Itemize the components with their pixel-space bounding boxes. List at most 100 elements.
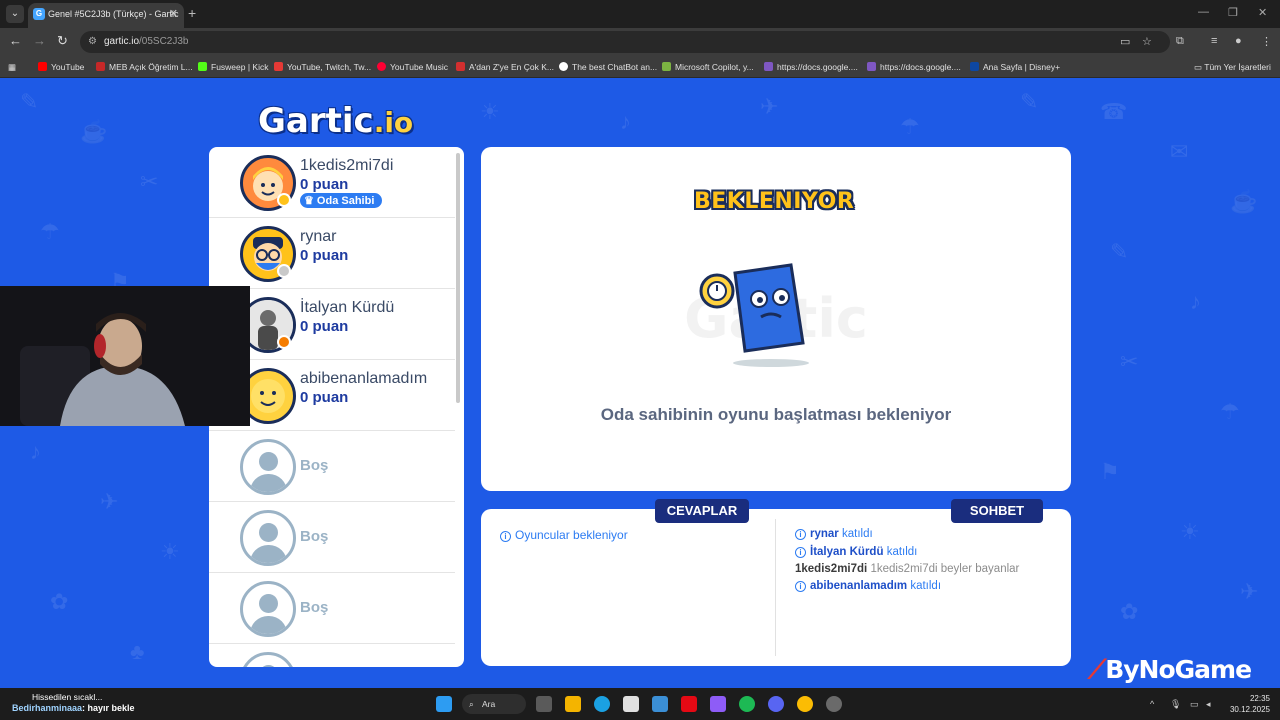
player-row[interactable]: 1kedis2mi7di 0 puan ♛ Oda Sahibi	[209, 147, 455, 218]
player-name: 1kedis2mi7di	[300, 157, 394, 174]
chat-message: 1kedis2mi7di 1kedis2mi7di beyler bayanla…	[795, 563, 1020, 575]
bookmark-copilot[interactable]: Microsoft Copilot, y...	[662, 60, 754, 74]
panel-divider	[775, 519, 776, 656]
empty-slot-label: Boş	[300, 599, 329, 616]
volume-icon[interactable]: ◂	[1206, 699, 1211, 710]
minimize-icon[interactable]: —	[1198, 6, 1209, 18]
photos-icon[interactable]	[652, 696, 668, 712]
empty-player-slot: Boş	[209, 431, 455, 502]
bookmark-chatbot[interactable]: The best ChatBot an...	[559, 60, 657, 74]
bynogame-watermark: ⟋ByNoGame	[1088, 655, 1252, 685]
tab-search-button[interactable]: ⌄	[6, 5, 24, 23]
browser-tab-active[interactable]: G Genel #5C2J3b (Türkçe) - Gartic ✕	[28, 3, 184, 28]
chat-tab[interactable]: SOHBET	[951, 499, 1043, 523]
copilot-icon[interactable]	[710, 696, 726, 712]
empty-avatar-icon	[240, 581, 296, 637]
tab-title: Genel #5C2J3b (Türkçe) - Gartic	[48, 9, 179, 19]
chat-message: i abibenanlamadım katıldı	[795, 580, 941, 592]
url-path: /05SC2J3b	[139, 36, 189, 47]
bookmark-youtube[interactable]: YouTube	[38, 60, 84, 74]
bookmark-google-docs-2[interactable]: https://docs.google....	[867, 60, 961, 74]
empty-slot-label: Boş	[300, 457, 329, 474]
address-bar[interactable]: ⚙ gartic.io/05SC2J3b	[80, 31, 1170, 53]
player-name: İtalyan Kürdü	[300, 299, 395, 316]
bookmark-disney[interactable]: Ana Sayfa | Disney+	[970, 60, 1060, 74]
site-info-icon[interactable]: ⚙	[88, 31, 97, 53]
answers-chat-panel: CEVAPLAR SOHBET i Oyuncular bekleniyor ir…	[481, 499, 1071, 666]
tab-close-icon[interactable]: ✕	[169, 3, 178, 25]
all-bookmarks-folder[interactable]: ▭ Tüm Yer İşaretleri	[1194, 60, 1271, 74]
back-arrow-icon[interactable]: ←	[9, 34, 22, 48]
player-status-dot	[277, 193, 291, 207]
chat-message: i rynar katıldı	[795, 528, 873, 540]
player-score: 0 puan	[300, 318, 349, 335]
file-explorer-icon[interactable]	[565, 696, 581, 712]
extensions-icon[interactable]: ⧉	[1176, 35, 1184, 48]
empty-avatar-icon	[240, 652, 296, 667]
task-view-icon[interactable]	[536, 696, 552, 712]
new-tab-button[interactable]: +	[188, 6, 196, 20]
start-menu-icon[interactable]	[436, 696, 452, 712]
waiting-mascot-icon: Gartic	[641, 259, 911, 379]
empty-player-slot: Boş	[209, 502, 455, 573]
stream-chat-notification: Hissedilen sıcakl... Bedirhanminaaa: hay…	[4, 692, 135, 714]
player-row[interactable]: rynar 0 puan	[209, 218, 455, 289]
edge-icon[interactable]	[594, 696, 610, 712]
bookmark-youtube-music[interactable]: YouTube Music	[377, 60, 448, 74]
bookmark-adan-zye[interactable]: A'dan Z'ye En Çok K...	[456, 60, 554, 74]
url-host: gartic.io	[104, 36, 140, 47]
microphone-icon[interactable]: 🎙	[1170, 699, 1181, 710]
profile-avatar-icon[interactable]: ●	[1235, 35, 1242, 47]
discord-icon[interactable]	[768, 696, 784, 712]
player-name: abibenanlamadım	[300, 370, 428, 387]
bookmark-meb[interactable]: MEB Açık Öğretim L...	[96, 60, 193, 74]
gartic-logo[interactable]: Gartic.io	[258, 101, 413, 141]
chrome-icon[interactable]	[797, 696, 813, 712]
crown-icon: ♛	[304, 195, 317, 207]
player-status-dot	[277, 335, 291, 349]
room-owner-badge: ♛ Oda Sahibi	[300, 193, 383, 208]
empty-avatar-icon	[240, 439, 296, 495]
bynogame-logo-icon: ⟋	[1088, 655, 1106, 685]
network-icon[interactable]: ▭	[1190, 699, 1199, 710]
media-icon[interactable]: ≡	[1211, 35, 1217, 47]
forward-arrow-icon[interactable]: →	[33, 34, 46, 48]
empty-avatar-icon	[240, 510, 296, 566]
player-score: 0 puan	[300, 176, 349, 193]
player-status-dot	[277, 264, 291, 278]
netflix-icon[interactable]	[681, 696, 697, 712]
empty-player-slot	[209, 644, 455, 667]
cast-icon[interactable]: ▭	[1120, 35, 1130, 48]
system-clock[interactable]: 22:35 30.12.2025	[1228, 693, 1270, 715]
bookmark-google-docs-1[interactable]: https://docs.google....	[764, 60, 858, 74]
waiting-message: Oda sahibinin oyunu başlatması bekleniyo…	[600, 405, 952, 424]
bookmark-star-icon[interactable]: ☆	[1142, 35, 1152, 48]
weather-notification: Hissedilen sıcakl...	[32, 692, 103, 702]
bookmark-kick[interactable]: Fusweep | Kick	[198, 60, 268, 74]
player-list-scrollbar[interactable]	[456, 153, 460, 403]
webcam-overlay	[0, 286, 250, 426]
browser-toolbar: ← → ↻ ⚙ gartic.io/05SC2J3b ▭ ☆ ⧉ ≡ ● ⋮	[0, 28, 1280, 56]
windows-taskbar: ⌕ Ara ^ 🎙 ▭ ◂ 22:35 30.12.2025	[0, 688, 1280, 720]
chat-message: i İtalyan Kürdü katıldı	[795, 546, 917, 558]
maximize-icon[interactable]: ❐	[1228, 6, 1238, 19]
info-icon: i	[795, 547, 806, 558]
bookmark-multistream[interactable]: YouTube, Twitch, Tw...	[274, 60, 371, 74]
close-window-icon[interactable]: ✕	[1258, 6, 1267, 19]
info-icon: i	[795, 581, 806, 592]
folder-icon: ▭	[1194, 62, 1205, 72]
tray-chevron-icon[interactable]: ^	[1150, 699, 1154, 709]
player-score: 0 puan	[300, 389, 349, 406]
taskbar-search[interactable]: ⌕ Ara	[462, 694, 526, 714]
store-icon[interactable]	[623, 696, 639, 712]
empty-player-slot: Boş	[209, 573, 455, 644]
obs-icon[interactable]	[826, 696, 842, 712]
answers-tab[interactable]: CEVAPLAR	[655, 499, 749, 523]
drawing-area: BEKLENIYOR Gartic Oda sahibinin oyunu ba…	[481, 147, 1071, 491]
answers-status: i Oyuncular bekleniyor	[500, 528, 628, 542]
apps-grid-icon[interactable]: ▦	[8, 60, 16, 74]
search-icon: ⌕	[469, 699, 474, 709]
spotify-icon[interactable]	[739, 696, 755, 712]
reload-icon[interactable]: ↻	[57, 34, 68, 48]
menu-kebab-icon[interactable]: ⋮	[1261, 35, 1272, 48]
